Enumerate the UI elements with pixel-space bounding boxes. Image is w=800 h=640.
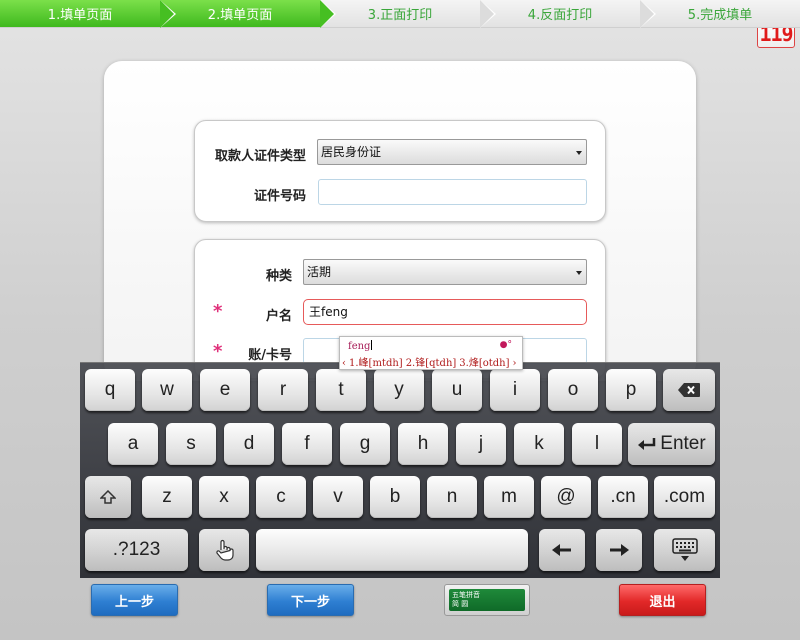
handwriting-key[interactable] — [199, 529, 249, 571]
shift-key[interactable] — [85, 476, 131, 518]
key[interactable]: .cn — [598, 476, 648, 518]
step-5-label: 5.完成填单 — [687, 8, 753, 23]
key[interactable]: k — [514, 423, 564, 465]
key[interactable]: i — [490, 369, 540, 411]
prev-step-button[interactable]: 上一步 — [91, 584, 178, 616]
id-type-value: 居民身份证 — [321, 145, 382, 159]
key[interactable]: @ — [541, 476, 591, 518]
step-5: 5.完成填单 — [640, 0, 800, 28]
id-type-label: 取款人证件类型 — [214, 149, 306, 164]
key[interactable]: p — [606, 369, 656, 411]
numeric-key[interactable]: .?123 — [85, 529, 188, 571]
category-label: 种类 — [265, 269, 292, 284]
enter-key[interactable]: Enter — [628, 423, 715, 465]
next-step-button[interactable]: 下一步 — [267, 584, 354, 616]
input-method-switch-button[interactable]: 五笔拼音 简 圆 — [444, 584, 530, 616]
key[interactable]: v — [313, 476, 363, 518]
enter-arrow-icon — [638, 438, 656, 450]
key[interactable]: q — [85, 369, 135, 411]
ime-prev-page[interactable]: ‹ — [342, 358, 346, 369]
hide-keyboard-key[interactable] — [654, 529, 715, 571]
step-3: 3.正面打印 — [320, 0, 496, 28]
name-label: 户名 — [265, 309, 292, 324]
backspace-key[interactable] — [663, 369, 715, 411]
key[interactable]: e — [200, 369, 250, 411]
key[interactable]: c — [256, 476, 306, 518]
account-label: 账/卡号 — [248, 348, 292, 363]
on-screen-keyboard: q w e r t y u i o p a s d f g h j k l En… — [80, 362, 720, 578]
ime-candidate[interactable]: 2.锋[qtdh] — [406, 358, 457, 369]
key[interactable]: y — [374, 369, 424, 411]
enter-label: Enter — [660, 433, 706, 454]
id-number-label: 证件号码 — [253, 189, 306, 204]
category-select[interactable]: 活期 — [303, 259, 587, 285]
ime-switch-line2: 简 圆 — [452, 600, 469, 608]
space-key[interactable] — [256, 529, 528, 571]
required-mark: * — [213, 301, 223, 322]
step-3-label: 3.正面打印 — [367, 8, 433, 23]
account-name-input[interactable]: 王feng — [303, 299, 587, 325]
key[interactable]: l — [572, 423, 622, 465]
step-4-label: 4.反面打印 — [527, 8, 593, 23]
chevron-down-icon — [576, 151, 582, 155]
key[interactable]: f — [282, 423, 332, 465]
ime-composition: feng — [348, 341, 371, 352]
key[interactable]: h — [398, 423, 448, 465]
backspace-icon — [678, 383, 700, 397]
key[interactable]: n — [427, 476, 477, 518]
key[interactable]: u — [432, 369, 482, 411]
step-1-label: 1.填单页面 — [47, 8, 113, 23]
ime-candidate[interactable]: 1.峰[mtdh] — [349, 358, 403, 369]
shift-icon — [100, 490, 116, 504]
step-1: 1.填单页面 — [0, 0, 176, 28]
key[interactable]: j — [456, 423, 506, 465]
ime-switch-line1: 五笔拼音 — [452, 591, 480, 599]
exit-button[interactable]: 退出 — [619, 584, 706, 616]
key[interactable]: a — [108, 423, 158, 465]
key[interactable]: o — [548, 369, 598, 411]
key[interactable]: z — [142, 476, 192, 518]
hand-pointer-icon — [216, 539, 234, 561]
required-mark: * — [213, 341, 223, 362]
key[interactable]: s — [166, 423, 216, 465]
progress-steps: 1.填单页面 2.填单页面 3.正面打印 4.反面打印 5.完成填单 — [0, 0, 800, 28]
category-value: 活期 — [307, 265, 332, 279]
key[interactable]: x — [199, 476, 249, 518]
arrow-right-icon — [610, 544, 629, 556]
ime-status-icon: ●° — [499, 340, 512, 350]
arrow-left-key[interactable] — [539, 529, 585, 571]
key[interactable]: d — [224, 423, 274, 465]
step-2: 2.填单页面 — [160, 0, 336, 28]
ime-candidate-popup: feng ●° ‹ 1.峰[mtdh] 2.锋[qtdh] 3.烽[otdh] › — [339, 336, 523, 370]
key[interactable]: g — [340, 423, 390, 465]
key[interactable]: w — [142, 369, 192, 411]
arrow-right-key[interactable] — [596, 529, 642, 571]
step-4: 4.反面打印 — [480, 0, 656, 28]
key[interactable]: t — [316, 369, 366, 411]
id-type-select[interactable]: 居民身份证 — [317, 139, 587, 165]
key[interactable]: b — [370, 476, 420, 518]
id-number-input[interactable] — [318, 179, 587, 205]
ime-candidate[interactable]: 3.烽[otdh] — [459, 358, 509, 369]
ime-next-page[interactable]: › — [513, 358, 517, 369]
keyboard-hide-icon — [671, 538, 698, 561]
key[interactable]: m — [484, 476, 534, 518]
key[interactable]: .com — [654, 476, 715, 518]
step-2-label: 2.填单页面 — [207, 8, 273, 23]
arrow-left-icon — [552, 544, 571, 556]
chevron-down-icon — [576, 271, 582, 275]
id-card-section — [194, 120, 606, 222]
key[interactable]: r — [258, 369, 308, 411]
